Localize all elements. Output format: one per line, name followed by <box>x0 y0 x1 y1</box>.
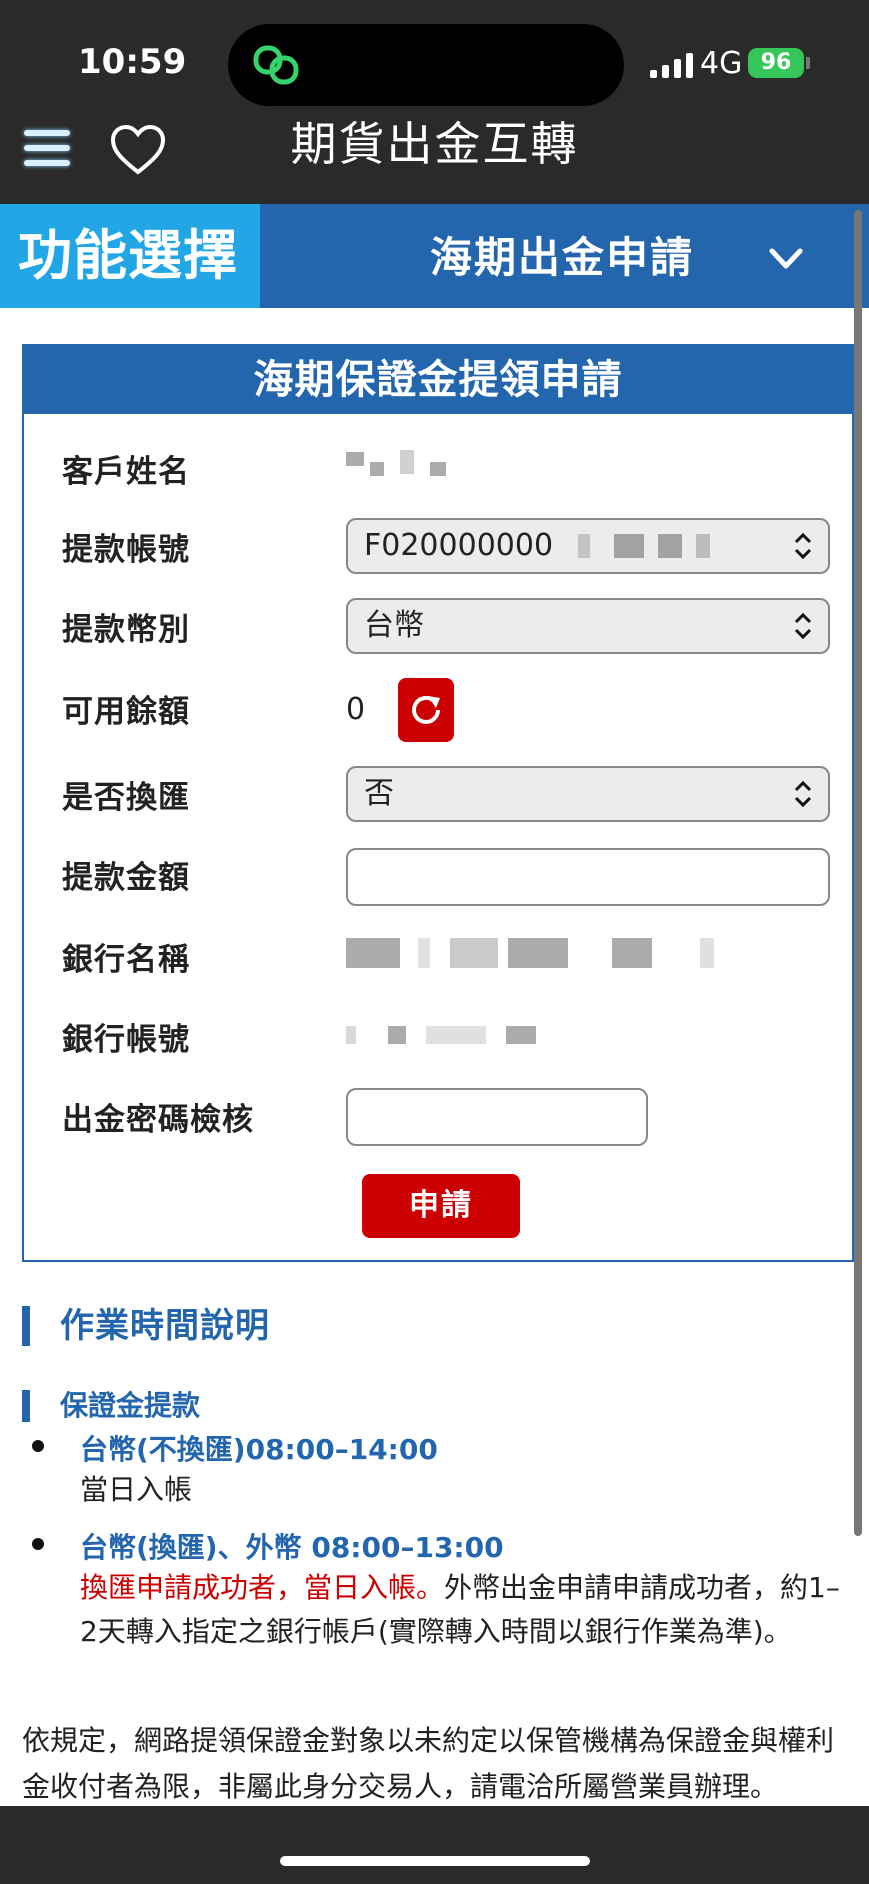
network-type: 4G <box>700 46 743 81</box>
bank-name-redacted <box>346 938 716 968</box>
app-header: 10:59 4G 96 期貨出金互轉 <box>0 0 869 204</box>
balance-label: 可用餘額 <box>62 694 190 730</box>
battery-icon: 96 <box>748 48 804 78</box>
form-title: 海期保證金提領申請 <box>24 346 852 414</box>
battery-nub <box>806 57 810 69</box>
function-label: 功能選擇 <box>0 204 260 308</box>
account-select[interactable]: F020000000 <box>346 518 830 574</box>
select-arrows-icon <box>794 612 812 640</box>
home-indicator[interactable] <box>280 1856 590 1866</box>
select-arrows-icon <box>794 780 812 808</box>
status-time: 10:59 <box>78 42 187 82</box>
customer-name-label: 客戶姓名 <box>62 454 190 490</box>
info-item-highlight: 換匯申請成功者，當日入帳。 <box>80 1571 445 1604</box>
account-label: 提款帳號 <box>62 532 190 568</box>
function-select-value: 海期出金申請 <box>430 233 695 282</box>
function-bar: 功能選擇 海期出金申請 <box>0 204 869 308</box>
info-item-text: 換匯申請成功者，當日入帳。外幣出金申請申請成功者，約1–2天轉入指定之銀行帳戶(… <box>80 1566 840 1654</box>
password-label: 出金密碼檢核 <box>62 1102 254 1138</box>
refresh-icon <box>412 695 440 724</box>
section-title: 作業時間說明 <box>22 1306 270 1346</box>
account-select-value: F020000000 <box>364 528 554 563</box>
info-item-head: 台幣(換匯)、外幣 08:00–13:00 <box>80 1531 504 1564</box>
exchange-select[interactable]: 否 <box>346 766 830 822</box>
bank-account-label: 銀行帳號 <box>62 1022 190 1058</box>
signal-icon <box>650 52 693 78</box>
info-item-head: 台幣(不換匯)08:00–14:00 <box>80 1433 438 1466</box>
select-arrows-icon <box>794 532 812 560</box>
customer-name-redacted <box>346 450 456 476</box>
scrollbar[interactable] <box>854 210 862 1536</box>
currency-label: 提款幣別 <box>62 612 190 648</box>
exchange-select-value: 否 <box>364 776 394 811</box>
password-input[interactable] <box>346 1088 648 1146</box>
withdrawal-form: 海期保證金提領申請 客戶姓名 提款帳號 F020000000 提款幣別 台幣 可… <box>22 344 854 1262</box>
info-item-text: 當日入帳 <box>80 1473 193 1506</box>
balance-value: 0 <box>346 692 366 727</box>
bank-account-redacted <box>346 1026 536 1044</box>
amount-input[interactable] <box>346 848 830 906</box>
exchange-label: 是否換匯 <box>62 780 190 816</box>
chevron-down-icon <box>769 248 803 269</box>
amount-label: 提款金額 <box>62 860 190 896</box>
dynamic-island <box>228 24 624 106</box>
currency-select-value: 台幣 <box>364 608 424 643</box>
bullet-icon <box>32 1538 44 1550</box>
account-redacted <box>578 534 718 558</box>
home-area <box>0 1806 869 1884</box>
link-app-icon <box>253 45 299 85</box>
submit-button[interactable]: 申請 <box>362 1174 520 1238</box>
sub-title: 保證金提款 <box>22 1390 200 1422</box>
bullet-icon <box>32 1440 44 1452</box>
currency-select[interactable]: 台幣 <box>346 598 830 654</box>
refresh-button[interactable] <box>398 678 454 742</box>
bank-name-label: 銀行名稱 <box>62 942 190 978</box>
regulation-note: 依規定，網路提領保證金對象以未約定以保管機構為保證金與權利金收付者為限，非屬此身… <box>22 1724 835 1803</box>
function-select[interactable]: 海期出金申請 <box>260 204 869 308</box>
page-title: 期貨出金互轉 <box>290 117 579 171</box>
